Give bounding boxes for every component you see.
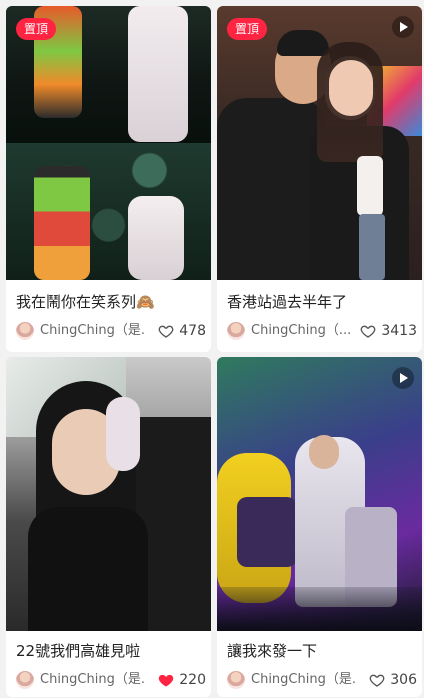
heart-outline-icon	[158, 325, 174, 338]
heart-filled-icon	[159, 674, 174, 687]
avatar[interactable]	[227, 671, 245, 689]
note-card[interactable]: 置頂 我在鬧你在笑系列🙈 ChingChing（是... 478	[6, 6, 211, 352]
note-cover-image[interactable]: 置頂	[6, 6, 211, 280]
note-cover-image[interactable]	[6, 357, 211, 631]
note-card[interactable]: 置頂 香港站過去半年了 ChingChing（... 3413	[217, 6, 422, 352]
note-card[interactable]: 22號我們高雄見啦 ChingChing（是... 220	[6, 357, 211, 697]
author-name[interactable]: ChingChing（是...	[251, 671, 355, 689]
like-count: 3413	[381, 323, 417, 339]
like-count: 306	[390, 672, 417, 688]
note-card[interactable]: 讓我來發一下 ChingChing（是... 306	[217, 357, 422, 697]
pinned-badge: 置頂	[227, 18, 268, 40]
like-button[interactable]: 220	[158, 671, 206, 689]
author-name[interactable]: ChingChing（...	[251, 322, 355, 340]
note-cover-image[interactable]	[217, 357, 422, 631]
avatar[interactable]	[16, 322, 34, 340]
avatar[interactable]	[16, 671, 34, 689]
like-count: 220	[179, 672, 206, 688]
play-icon	[392, 367, 414, 389]
like-button[interactable]: 478	[158, 322, 206, 340]
note-title[interactable]: 我在鬧你在笑系列🙈	[16, 292, 206, 312]
note-meta: ChingChing（是... 478	[16, 320, 206, 342]
like-button[interactable]: 306	[369, 671, 417, 689]
note-title[interactable]: 讓我來發一下	[227, 641, 417, 661]
note-meta: ChingChing（是... 306	[227, 669, 417, 691]
note-title[interactable]: 香港站過去半年了	[227, 292, 417, 312]
like-count: 478	[179, 323, 206, 339]
note-title[interactable]: 22號我們高雄見啦	[16, 641, 206, 661]
author-name[interactable]: ChingChing（是...	[40, 322, 144, 340]
note-meta: ChingChing（... 3413	[227, 320, 417, 342]
note-cover-image[interactable]: 置頂	[217, 6, 422, 280]
note-feed-grid: 置頂 我在鬧你在笑系列🙈 ChingChing（是... 478 置頂 香港站過…	[0, 0, 424, 698]
play-icon	[392, 16, 414, 38]
author-name[interactable]: ChingChing（是...	[40, 671, 144, 689]
heart-outline-icon	[361, 325, 376, 338]
heart-outline-icon	[369, 674, 385, 687]
avatar[interactable]	[227, 322, 245, 340]
note-meta: ChingChing（是... 220	[16, 669, 206, 691]
pinned-badge: 置頂	[16, 18, 57, 40]
like-button[interactable]: 3413	[360, 322, 417, 340]
